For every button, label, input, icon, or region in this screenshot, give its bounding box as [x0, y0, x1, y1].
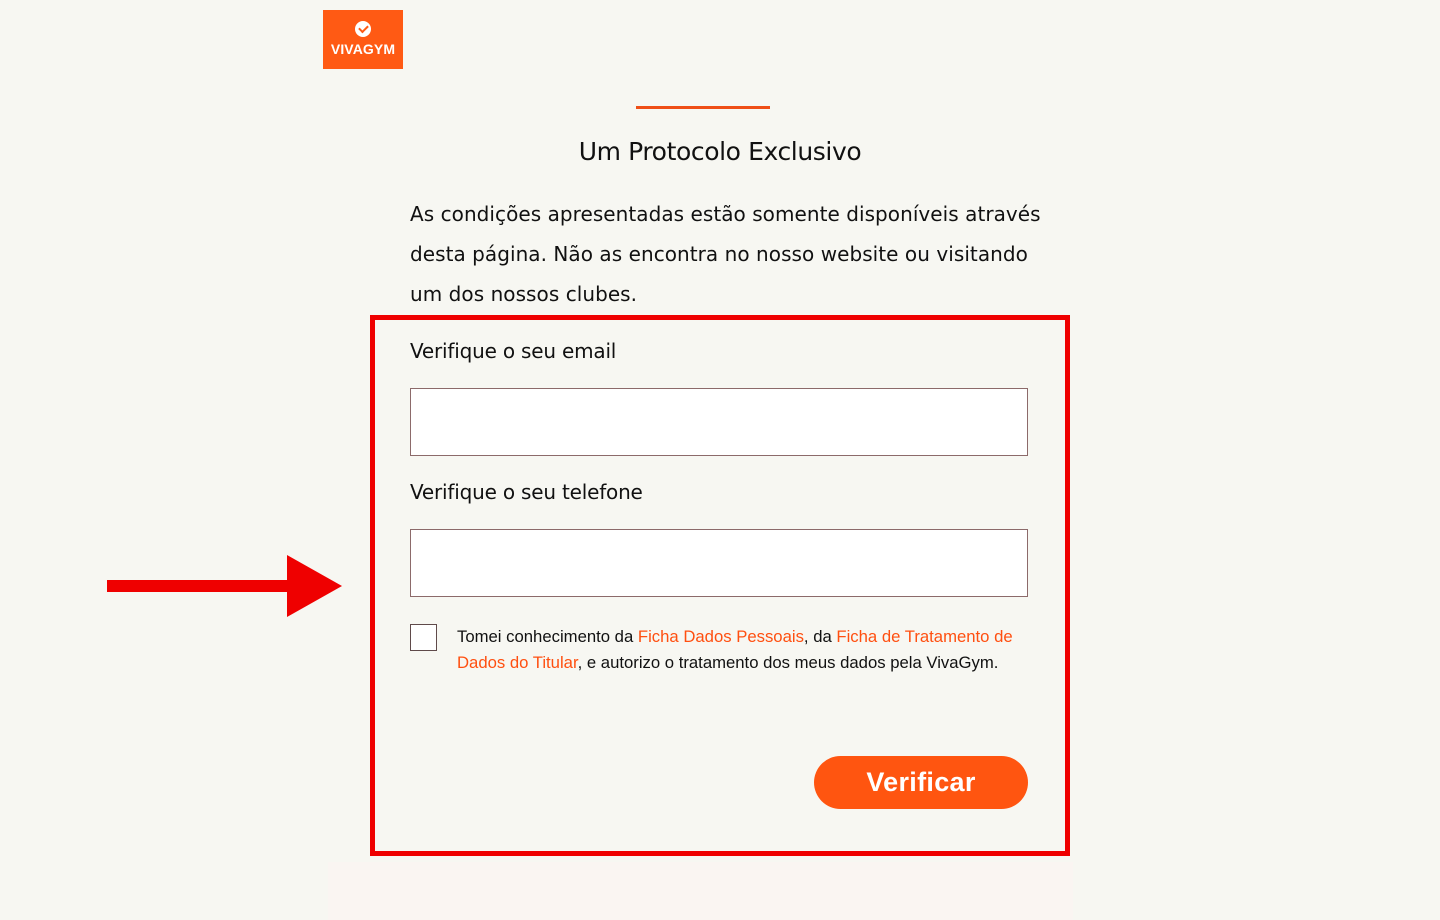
vivagym-logo[interactable]: VIVAGYM — [323, 10, 403, 69]
bottom-panel — [328, 862, 1073, 920]
consent-suffix: , e autorizo o tratamento dos meus dados… — [577, 653, 999, 672]
consent-text: Tomei conhecimento da Ficha Dados Pessoa… — [457, 624, 1032, 676]
intro-paragraph: As condições apresentadas estão somente … — [410, 194, 1050, 314]
logo-text: VIVAGYM — [330, 41, 396, 57]
intro-line: As condições apresentadas estão somente … — [410, 202, 1041, 226]
heart-check-icon — [355, 21, 371, 37]
personal-data-sheet-link[interactable]: Ficha Dados Pessoais — [638, 627, 804, 646]
consent-middle: , da — [803, 627, 837, 646]
page-title: Um Protocolo Exclusivo — [578, 137, 862, 166]
consent-prefix: Tomei conhecimento da — [457, 627, 638, 646]
phone-label: Verifique o seu telefone — [410, 480, 643, 504]
phone-field[interactable] — [410, 529, 1028, 597]
intro-line: um dos nossos clubes. — [410, 282, 638, 306]
verify-button[interactable]: Verificar — [814, 756, 1028, 809]
intro-line: desta página. Não as encontra no nosso w… — [410, 242, 1028, 266]
right-arrow-icon — [107, 555, 342, 617]
consent-checkbox[interactable] — [410, 624, 437, 651]
title-accent-line — [636, 106, 770, 109]
email-field[interactable] — [410, 388, 1028, 456]
email-label: Verifique o seu email — [410, 339, 617, 363]
